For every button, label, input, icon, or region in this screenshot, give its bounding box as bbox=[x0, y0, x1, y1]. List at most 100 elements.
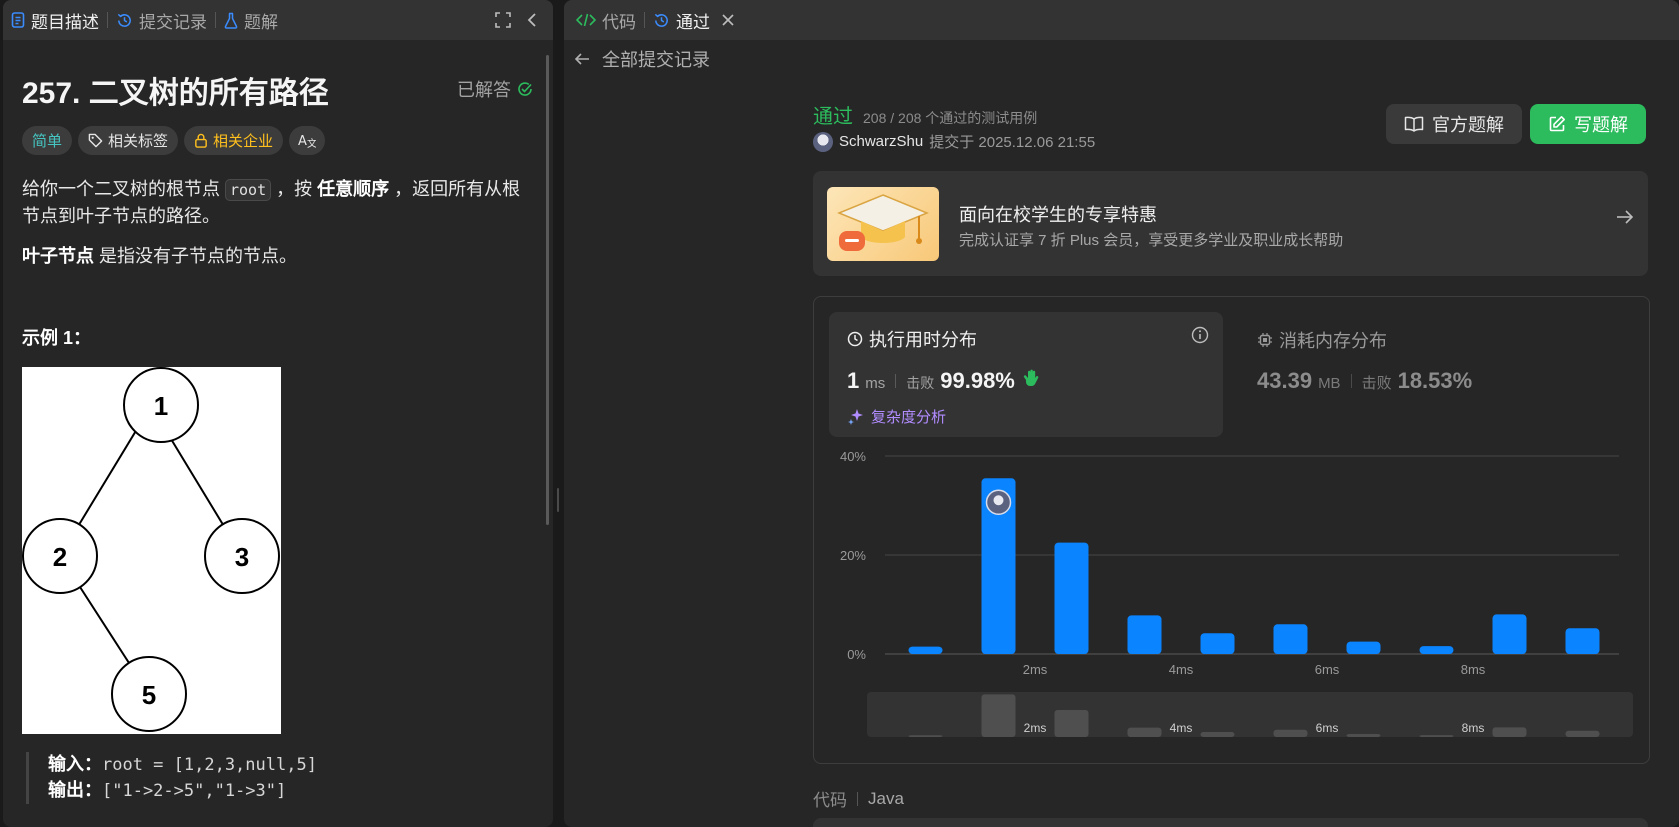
memory-unit: MB bbox=[1318, 375, 1341, 392]
overview-bar bbox=[908, 735, 943, 737]
code-section-label: 代码 bbox=[813, 791, 847, 810]
panel-resize-handle[interactable] bbox=[557, 488, 559, 512]
back-to-submissions[interactable]: 全部提交记录 bbox=[574, 46, 710, 72]
tree-node: 2 bbox=[53, 542, 67, 572]
overview-bar bbox=[981, 694, 1016, 737]
complexity-analysis-link[interactable]: 复杂度分析 bbox=[847, 406, 946, 427]
check-circle-icon bbox=[517, 81, 533, 97]
username[interactable]: SchwarzShu bbox=[839, 133, 923, 150]
example-tree-image: 1 2 3 5 bbox=[22, 367, 281, 734]
overview-bar bbox=[1346, 734, 1381, 737]
status-badge: 通过 bbox=[813, 106, 853, 128]
chart-bar bbox=[1419, 646, 1454, 654]
right-tab-bar: 代码 通过 bbox=[564, 0, 1679, 40]
desc-text: 给你一个二叉树的根节点 bbox=[22, 179, 225, 199]
official-solution-button[interactable]: 官方题解 bbox=[1386, 104, 1522, 144]
tag-icon bbox=[88, 133, 103, 148]
tab-accepted[interactable]: 通过 bbox=[645, 0, 742, 40]
tab-submissions-label: 提交记录 bbox=[139, 12, 207, 32]
history-icon bbox=[116, 12, 133, 29]
chart-bar bbox=[1054, 542, 1089, 654]
close-icon[interactable] bbox=[722, 14, 734, 26]
tab-submissions[interactable]: 提交记录 bbox=[108, 0, 215, 40]
tab-description[interactable]: 题目描述 bbox=[3, 0, 107, 40]
runtime-beat-percentage: 99.98% bbox=[940, 368, 1015, 393]
tag-row: 简单 相关标签 相关企业 A文 bbox=[22, 126, 326, 155]
complexity-analysis-label: 复杂度分析 bbox=[871, 409, 947, 426]
code-editor[interactable] bbox=[813, 818, 1648, 827]
write-solution-button[interactable]: 写题解 bbox=[1530, 104, 1646, 144]
desc-bold: 叶子节点 bbox=[22, 246, 94, 266]
output-label: 输出： bbox=[48, 780, 102, 800]
chart-bar bbox=[1565, 628, 1600, 654]
example-title: 示例 1： bbox=[22, 328, 92, 348]
tab-code-label: 代码 bbox=[602, 12, 636, 32]
overview-bar bbox=[1565, 730, 1600, 737]
runtime-metric: 1 ms 击败 99.98% bbox=[847, 368, 1041, 394]
related-tags-label: 相关标签 bbox=[108, 133, 169, 150]
chart-bar bbox=[1273, 624, 1308, 654]
overview-bar bbox=[1054, 710, 1089, 737]
tab-solutions[interactable]: 题解 bbox=[216, 0, 286, 40]
runtime-unit: ms bbox=[865, 375, 886, 392]
submission-panel: 代码 通过 全部提交记录 通过 208 / 208 个通过的测试用例 Schwa… bbox=[564, 0, 1679, 827]
book-icon bbox=[1404, 116, 1424, 132]
translate-button[interactable]: A文 bbox=[289, 126, 326, 155]
chart-bar bbox=[1492, 614, 1527, 654]
solved-label: 已解答 bbox=[457, 80, 511, 100]
input-label: 输入： bbox=[48, 754, 102, 774]
overview-tick-label: 6ms bbox=[1316, 721, 1339, 735]
memory-card[interactable]: 消耗内存分布 43.39 MB 击败 18.53% bbox=[1257, 327, 1472, 393]
tab-accepted-label: 通过 bbox=[676, 12, 710, 32]
x-tick-label: 6ms bbox=[1315, 662, 1340, 677]
tree-node: 5 bbox=[142, 680, 156, 710]
y-tick-label: 0% bbox=[847, 647, 866, 662]
code-section-header: 代码 Java bbox=[813, 786, 904, 811]
tab-code[interactable]: 代码 bbox=[564, 0, 644, 40]
code-language: Java bbox=[868, 788, 904, 808]
history-icon bbox=[653, 12, 670, 29]
runtime-distribution-chart[interactable]: 40% 20% 0% 2ms 4ms 6ms 8ms 2ms 4ms 6ms 8ms bbox=[814, 442, 1649, 760]
chart-bar bbox=[908, 646, 943, 654]
input-value: root = [1,2,3,null,5] bbox=[102, 755, 317, 775]
memory-title-label: 消耗内存分布 bbox=[1279, 331, 1387, 351]
related-companies-button[interactable]: 相关企业 bbox=[184, 126, 284, 155]
flask-icon bbox=[224, 12, 238, 29]
runtime-card[interactable]: 执行用时分布 1 ms 击败 99.98% 复杂度分析 bbox=[829, 312, 1223, 437]
translate-icon: A文 bbox=[298, 133, 316, 148]
overview-bar bbox=[1492, 727, 1527, 737]
test-cases-count: 208 / 208 个通过的测试用例 bbox=[863, 110, 1038, 126]
avatar[interactable] bbox=[813, 131, 833, 152]
overview-bar bbox=[1200, 731, 1235, 737]
memory-metric: 43.39 MB 击败 18.53% bbox=[1257, 368, 1472, 394]
code-icon bbox=[576, 13, 596, 27]
chart-bar bbox=[1346, 641, 1381, 654]
collapse-chevron-icon[interactable] bbox=[527, 12, 537, 28]
desc-bold: 任意顺序 bbox=[317, 179, 390, 199]
scrollbar-thumb[interactable] bbox=[546, 55, 549, 525]
beat-label: 击败 bbox=[1361, 375, 1392, 392]
svg-text:文: 文 bbox=[307, 137, 316, 148]
promo-subtitle: 完成认证享 7 折 Plus 会员，享受更多学业及职业成长帮助 bbox=[959, 232, 1344, 249]
metric-separator bbox=[895, 374, 897, 388]
graduation-cap-illustration bbox=[827, 187, 939, 261]
arrow-right-icon[interactable] bbox=[1616, 209, 1634, 225]
related-tags-button[interactable]: 相关标签 bbox=[78, 126, 179, 155]
difficulty-badge[interactable]: 简单 bbox=[22, 126, 73, 155]
memory-title: 消耗内存分布 bbox=[1257, 327, 1387, 353]
inline-code-root: root bbox=[225, 179, 272, 201]
promo-title: 面向在校学生的专享特惠 bbox=[959, 205, 1157, 225]
submitter-info: SchwarzShu 提交于 2025.12.06 21:55 bbox=[813, 131, 1095, 152]
clock-icon bbox=[847, 331, 863, 347]
runtime-value: 1 bbox=[847, 368, 860, 393]
info-icon[interactable] bbox=[1191, 326, 1209, 344]
chart-bar bbox=[1200, 633, 1235, 654]
fullscreen-icon[interactable] bbox=[495, 12, 511, 28]
tree-node: 1 bbox=[154, 391, 168, 421]
clap-icon bbox=[1021, 368, 1041, 388]
write-solution-label: 写题解 bbox=[1574, 115, 1628, 135]
output-value: ["1->2->5","1->3"] bbox=[102, 781, 287, 801]
solved-status: 已解答 bbox=[457, 76, 533, 102]
submission-status: 通过 208 / 208 个通过的测试用例 bbox=[813, 100, 1037, 129]
student-promo-banner[interactable]: 面向在校学生的专享特惠 完成认证享 7 折 Plus 会员，享受更多学业及职业成… bbox=[813, 171, 1648, 276]
